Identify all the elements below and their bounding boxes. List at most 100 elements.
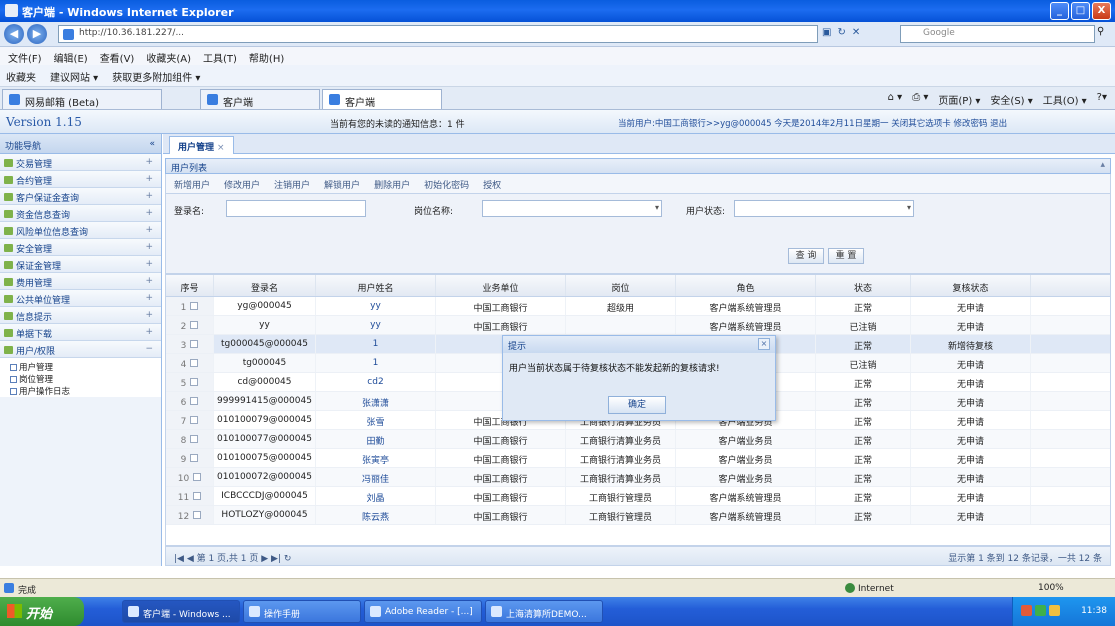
sidebar-item[interactable]: 公共单位管理 + <box>0 290 161 307</box>
table-cell[interactable]: 张潇潇 <box>316 392 436 410</box>
search-input[interactable]: Google <box>900 25 1095 43</box>
taskbar-button-demo[interactable]: 上海清算所DEMO... <box>485 600 603 623</box>
dialog-close-icon[interactable]: × <box>758 338 770 350</box>
edit-user-button[interactable]: 修改用户 <box>224 178 260 193</box>
browser-tab-client-2[interactable]: 客户端 <box>322 89 442 109</box>
sidebar-item[interactable]: 信息提示 + <box>0 307 161 324</box>
row-checkbox[interactable] <box>190 435 199 443</box>
row-checkbox[interactable] <box>190 454 199 462</box>
search-icon[interactable]: ⚲ <box>1097 26 1111 42</box>
row-checkbox[interactable] <box>193 473 202 481</box>
sidebar-item[interactable]: 交易管理 + <box>0 154 161 171</box>
sidebar-item[interactable]: 风险单位信息查询 + <box>0 222 161 239</box>
forward-icon[interactable]: ▶ <box>27 24 47 44</box>
zoom-level[interactable]: 100% <box>1038 583 1064 593</box>
volume-icon[interactable] <box>1049 605 1060 616</box>
ok-button[interactable]: 确定 <box>608 396 666 414</box>
print-icon[interactable]: ⎙ ▾ <box>912 92 928 107</box>
page-menu[interactable]: 页面(P) ▾ <box>938 92 980 107</box>
row-checkbox[interactable] <box>190 321 199 329</box>
expand-icon[interactable]: + <box>145 276 153 286</box>
row-checkbox[interactable] <box>190 340 199 348</box>
user-info-bar[interactable]: 当前用户:中国工商银行>>yg@000045 今天是2014年2月11日星期一 … <box>618 117 1007 129</box>
table-row[interactable]: 8 010100077@000045 田勤 中国工商银行 工商银行清算业务员 客户端业务员… <box>166 430 1110 449</box>
unlock-user-button[interactable]: 解锁用户 <box>324 178 360 193</box>
table-cell[interactable]: 陈云燕 <box>316 506 436 524</box>
sidebar-subitem[interactable]: 用户操作日志 <box>2 385 161 397</box>
taskbar-button-reader[interactable]: Adobe Reader - [...] <box>364 600 482 623</box>
table-row[interactable]: 1 yg@000045 yy 中国工商银行 超级用 客户端系统管理员 正常 无申请 <box>166 297 1110 316</box>
menu-view[interactable]: 查看(V) <box>100 50 135 65</box>
row-checkbox[interactable] <box>190 378 199 386</box>
suggested-sites-link[interactable]: 建议网站 ▾ <box>50 69 98 86</box>
sidebar-item[interactable]: 客户保证金查询 + <box>0 188 161 205</box>
close-tab-icon[interactable]: × <box>217 143 225 153</box>
back-icon[interactable]: ◀ <box>4 24 24 44</box>
table-row[interactable]: 10 010100072@000045 冯丽佳 中国工商银行 工商银行清算业务员 客户端业… <box>166 468 1110 487</box>
table-cell[interactable]: 冯丽佳 <box>316 468 436 486</box>
menu-favorites[interactable]: 收藏夹(A) <box>146 50 191 65</box>
cancel-user-button[interactable]: 注销用户 <box>274 178 310 193</box>
table-cell[interactable]: 张寅亭 <box>316 449 436 467</box>
sidebar-subitem[interactable]: 用户管理 <box>2 361 161 373</box>
compat-view-icon[interactable]: ▣ <box>822 27 831 38</box>
tools-menu[interactable]: 工具(O) ▾ <box>1043 92 1087 107</box>
close-button[interactable]: X <box>1092 2 1111 20</box>
expand-icon[interactable]: + <box>145 327 153 337</box>
add-user-button[interactable]: 新增用户 <box>174 178 210 193</box>
safety-menu[interactable]: 安全(S) ▾ <box>990 92 1032 107</box>
refresh-icon[interactable]: ↻ <box>837 27 845 38</box>
column-header[interactable]: 角色 <box>676 275 816 296</box>
minimize-button[interactable]: _ <box>1050 2 1069 20</box>
maximize-button[interactable]: □ <box>1071 2 1090 20</box>
tray-app-icon[interactable] <box>1021 605 1032 616</box>
column-header[interactable]: 状态 <box>816 275 911 296</box>
url-input[interactable]: http://10.36.181.227/... <box>58 25 818 43</box>
collapse-sidebar-icon[interactable]: « <box>149 139 155 149</box>
tab-user-management[interactable]: 用户管理 × <box>169 136 234 154</box>
user-status-select[interactable]: ▾ <box>734 200 914 217</box>
column-header[interactable]: 用户姓名 <box>316 275 436 296</box>
browser-tab-mail[interactable]: 网易邮箱 (Beta) <box>2 89 162 109</box>
table-cell[interactable]: cd2 <box>316 373 436 391</box>
table-cell[interactable]: yy <box>316 297 436 315</box>
column-header[interactable]: 登录名 <box>214 275 316 296</box>
menu-tools[interactable]: 工具(T) <box>203 50 237 65</box>
table-cell[interactable]: 1 <box>316 335 436 353</box>
taskbar-button-ie[interactable]: 客户端 - Windows ... <box>122 600 240 623</box>
expand-icon[interactable]: + <box>145 174 153 184</box>
expand-icon[interactable]: + <box>145 191 153 201</box>
sidebar-item[interactable]: 安全管理 + <box>0 239 161 256</box>
sidebar-item[interactable]: 单据下载 + <box>0 324 161 341</box>
taskbar-button-manual[interactable]: 操作手册 <box>243 600 361 623</box>
row-checkbox[interactable] <box>190 397 199 405</box>
row-checkbox[interactable] <box>190 359 199 367</box>
reset-button[interactable]: 重 置 <box>828 248 864 264</box>
menu-file[interactable]: 文件(F) <box>8 50 42 65</box>
help-icon[interactable]: ?▾ <box>1097 92 1107 107</box>
row-checkbox[interactable] <box>193 492 202 500</box>
sidebar-item[interactable]: 用户/权限 − <box>0 341 161 358</box>
authorize-button[interactable]: 授权 <box>483 178 501 193</box>
table-row[interactable]: 12 HOTLOZY@000045 陈云燕 中国工商银行 工商银行管理员 客户端系统管理员… <box>166 506 1110 525</box>
sidebar-subitem[interactable]: 岗位管理 <box>2 373 161 385</box>
browser-tab-client-1[interactable]: 客户端 <box>200 89 320 109</box>
expand-icon[interactable]: − <box>145 344 153 354</box>
table-cell[interactable]: 张雪 <box>316 411 436 429</box>
expand-icon[interactable]: + <box>145 242 153 252</box>
table-cell[interactable]: 1 <box>316 354 436 372</box>
expand-icon[interactable]: + <box>145 157 153 167</box>
sidebar-item[interactable]: 合约管理 + <box>0 171 161 188</box>
table-cell[interactable]: 刘晶 <box>316 487 436 505</box>
network-icon[interactable] <box>1035 605 1046 616</box>
addons-link[interactable]: 获取更多附加组件 ▾ <box>112 69 200 86</box>
table-row[interactable]: 11 ICBCCCDJ@000045 刘晶 中国工商银行 工商银行管理员 客户端系统管理员… <box>166 487 1110 506</box>
menu-edit[interactable]: 编辑(E) <box>54 50 88 65</box>
table-cell[interactable]: 田勤 <box>316 430 436 448</box>
home-icon[interactable]: ⌂ ▾ <box>888 92 903 107</box>
query-button[interactable]: 查 询 <box>788 248 824 264</box>
table-cell[interactable]: yy <box>316 316 436 334</box>
sidebar-item[interactable]: 保证金管理 + <box>0 256 161 273</box>
expand-icon[interactable]: + <box>145 310 153 320</box>
login-name-input[interactable] <box>226 200 366 217</box>
